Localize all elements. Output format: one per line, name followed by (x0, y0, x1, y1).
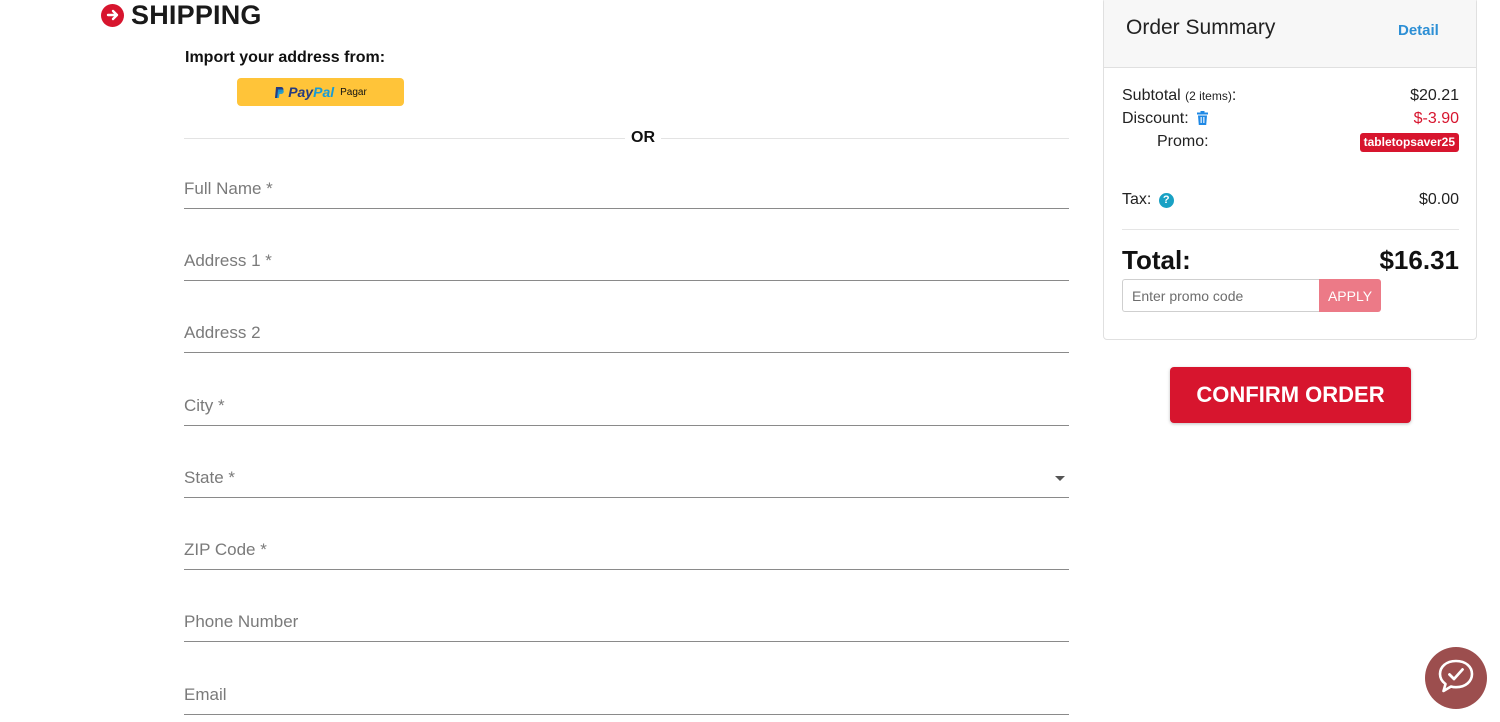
discount-label: Discount: (1122, 110, 1209, 130)
tax-text: Tax: (1122, 191, 1152, 208)
subtotal-items: (2 items) (1185, 89, 1232, 103)
state-select[interactable]: State * (184, 463, 1069, 498)
caret-down-icon (1055, 476, 1065, 481)
import-address-label: Import your address from: (185, 49, 386, 66)
zip-code-label: ZIP Code * (184, 540, 267, 559)
discount-text: Discount: (1122, 110, 1189, 127)
paypal-logo-icon: PayPal (274, 84, 334, 100)
email-field[interactable]: Email (184, 680, 1069, 715)
paypal-action-label: Pagar (340, 86, 367, 98)
subtotal-colon: : (1231, 87, 1237, 104)
paypal-word-pal: Pal (313, 84, 335, 100)
chat-check-icon (1437, 658, 1475, 699)
confirm-order-button[interactable]: CONFIRM ORDER (1170, 367, 1411, 423)
city-label: City * (184, 396, 225, 415)
subtotal-text: Subtotal (1122, 87, 1181, 104)
arrow-circle-right-icon (101, 3, 124, 27)
order-summary-title: Order Summary (1126, 16, 1276, 39)
shipping-title: SHIPPING (131, 0, 262, 30)
subtotal-label: Subtotal (2 items): (1122, 87, 1236, 105)
detail-link[interactable]: Detail (1398, 22, 1439, 39)
or-text: OR (625, 127, 661, 149)
promo-code-input[interactable] (1122, 279, 1319, 312)
chat-button[interactable] (1425, 647, 1487, 709)
phone-number-field[interactable]: Phone Number (184, 607, 1069, 642)
apply-promo-button[interactable]: APPLY (1319, 279, 1381, 312)
order-summary-header: Order Summary Detail (1104, 0, 1476, 68)
promo-code-badge: tabletopsaver25 (1359, 133, 1459, 152)
state-label: State * (184, 468, 236, 487)
paypal-word-pay: Pay (288, 84, 314, 100)
shipping-heading: SHIPPING (101, 0, 262, 30)
address2-field[interactable]: Address 2 (184, 318, 1069, 353)
address1-label: Address 1 * (184, 251, 272, 270)
total-value: $16.31 (1379, 245, 1459, 275)
full-name-field[interactable]: Full Name * (184, 174, 1069, 209)
trash-icon[interactable] (1197, 111, 1209, 130)
zip-code-field[interactable]: ZIP Code * (184, 535, 1069, 570)
subtotal-value: $20.21 (1410, 87, 1459, 104)
email-label: Email (184, 685, 227, 704)
tax-label: Tax: ? (1122, 191, 1174, 209)
phone-number-label: Phone Number (184, 612, 299, 631)
address2-label: Address 2 (184, 323, 261, 342)
paypal-button[interactable]: PayPal Pagar (237, 78, 404, 106)
full-name-label: Full Name * (184, 179, 273, 198)
total-label: Total: (1122, 245, 1191, 275)
tax-value: $0.00 (1418, 191, 1459, 208)
order-summary-card: Order Summary Detail Subtotal (2 items):… (1103, 0, 1477, 340)
help-circle-icon[interactable]: ? (1158, 193, 1174, 208)
address1-field[interactable]: Address 1 * (184, 246, 1069, 281)
discount-value: $-3.90 (1413, 110, 1459, 127)
summary-divider (1122, 229, 1459, 230)
or-divider: OR (184, 127, 1069, 149)
promo-label: Promo: (1157, 133, 1209, 150)
city-field[interactable]: City * (184, 391, 1069, 426)
